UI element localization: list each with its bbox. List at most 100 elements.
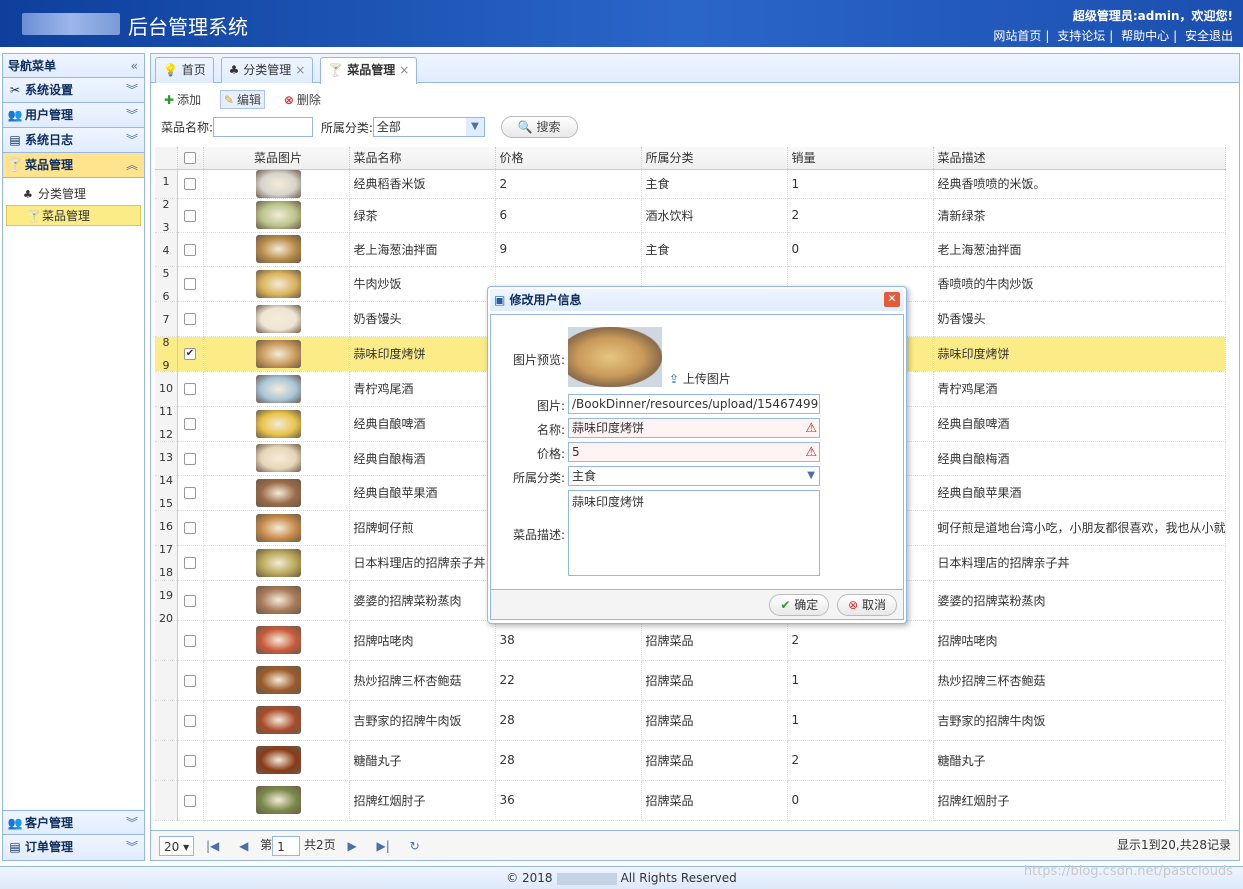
- group-label: 用户管理: [25, 108, 74, 122]
- warning-icon: ⚠: [805, 445, 817, 460]
- page-size-select[interactable]: 20 ▾: [159, 835, 195, 856]
- close-icon[interactable]: ✕: [884, 292, 900, 307]
- edit-button[interactable]: ✎ 编辑: [219, 90, 265, 109]
- table-row[interactable]: 经典稻香米饭 2 主食 1 经典香喷喷的米饭。: [155, 169, 1226, 199]
- add-button[interactable]: ✚ 添加: [161, 91, 204, 108]
- chevron-down-icon: ︾: [125, 840, 138, 854]
- price-input[interactable]: 5 ⚠: [568, 442, 820, 462]
- col-header-category[interactable]: 所属分类: [641, 147, 788, 170]
- add-icon: ✚: [164, 93, 175, 107]
- sidebar-group-dishes[interactable]: 🍸 菜品管理 ︽: [3, 153, 144, 178]
- row-checkbox[interactable]: [184, 487, 196, 499]
- sidebar-group-customers[interactable]: 👥 客户管理 ︾: [3, 810, 144, 835]
- col-header-price[interactable]: 价格: [495, 147, 642, 170]
- name-cell: 招牌咕咾肉: [349, 620, 496, 661]
- row-checkbox[interactable]: [184, 178, 196, 190]
- delete-icon: ⊗: [283, 93, 294, 107]
- name-search-input[interactable]: [213, 117, 314, 137]
- description-textarea[interactable]: 蒜味印度烤饼: [568, 490, 820, 576]
- sidebar-item-dishes[interactable]: 🍸菜品管理: [6, 205, 141, 226]
- row-checkbox[interactable]: ✔: [184, 348, 196, 360]
- row-checkbox[interactable]: [184, 594, 196, 607]
- select-cell: [177, 371, 204, 407]
- next-page-icon[interactable]: ▶: [347, 836, 356, 856]
- row-checkbox[interactable]: [184, 452, 196, 465]
- sidebar-group-orders[interactable]: ▤ 订单管理 ︾: [3, 835, 144, 860]
- select-cell: [177, 700, 204, 741]
- table-row[interactable]: 绿茶 6 酒水饮料 2 清新绿茶: [155, 198, 1226, 233]
- table-row[interactable]: 吉野家的招牌牛肉饭 28 招牌菜品 1 吉野家的招牌牛肉饭: [155, 700, 1226, 741]
- first-page-icon[interactable]: |◀: [206, 836, 219, 856]
- dish-thumbnail: [255, 548, 301, 577]
- page-size-value: 20: [164, 839, 180, 854]
- price-cell: 6: [495, 198, 642, 233]
- row-checkbox[interactable]: [184, 522, 196, 534]
- watermark: https://blog.csdn.net/pastclouds: [1023, 864, 1233, 879]
- link-home[interactable]: 网站首页: [993, 29, 1041, 43]
- row-checkbox[interactable]: [184, 634, 196, 647]
- col-header-description[interactable]: 菜品描述: [933, 147, 1226, 170]
- table-row[interactable]: 老上海葱油拌面 9 主食 0 老上海葱油拌面: [155, 232, 1226, 267]
- upload-button[interactable]: ⇪ 上传图片: [669, 370, 731, 387]
- col-header-image[interactable]: 菜品图片: [203, 147, 350, 170]
- close-icon[interactable]: ×: [399, 63, 409, 77]
- confirm-button[interactable]: ✔ 确定: [769, 594, 830, 616]
- link-logout[interactable]: 安全退出: [1185, 29, 1233, 43]
- refresh-icon[interactable]: ↻: [410, 836, 420, 856]
- image-path-input[interactable]: /BookDinner/resources/upload/15467499596: [568, 394, 820, 414]
- cancel-button[interactable]: ⊗ 取消: [837, 594, 897, 616]
- row-checkbox[interactable]: [184, 278, 196, 290]
- select-all-checkbox[interactable]: [184, 152, 196, 165]
- sidebar-group-system[interactable]: ✂ 系统设置 ︾: [3, 78, 144, 103]
- category-select[interactable]: 全部 ▼: [372, 117, 485, 137]
- last-page-icon[interactable]: ▶|: [377, 836, 390, 856]
- row-checkbox[interactable]: [184, 674, 196, 687]
- sidebar-group-logs[interactable]: ▤ 系统日志 ︾: [3, 128, 144, 153]
- row-checkbox[interactable]: [184, 794, 196, 807]
- row-checkbox[interactable]: [184, 557, 196, 569]
- page-number-input[interactable]: 1: [272, 835, 301, 856]
- table-row[interactable]: 招牌红烟肘子 36 招牌菜品 0 招牌红烟肘子: [155, 780, 1226, 821]
- close-icon[interactable]: ×: [295, 63, 305, 77]
- image-cell: [203, 545, 350, 581]
- link-forum[interactable]: 支持论坛: [1057, 29, 1105, 43]
- logo: [22, 13, 120, 35]
- name-cell: 婆婆的招牌菜粉蒸肉: [349, 580, 496, 621]
- row-checkbox[interactable]: [184, 243, 196, 256]
- chevron-down-icon: ▼: [465, 118, 484, 136]
- row-number-cell: [155, 780, 178, 821]
- collapse-icon[interactable]: «: [131, 54, 138, 78]
- col-header-sales[interactable]: 销量: [787, 147, 934, 170]
- tab-category[interactable]: ♣ 分类管理 ×: [220, 57, 314, 83]
- row-checkbox[interactable]: [184, 313, 196, 325]
- row-checkbox[interactable]: [184, 418, 196, 430]
- col-header-name[interactable]: 菜品名称: [349, 147, 496, 170]
- name-cell: 经典自酿啤酒: [349, 406, 496, 442]
- table-row[interactable]: 招牌咕咾肉 38 招牌菜品 2 招牌咕咾肉: [155, 620, 1226, 661]
- sidebar-group-users[interactable]: 👥 用户管理 ︾: [3, 103, 144, 128]
- delete-button[interactable]: ⊗ 删除: [281, 91, 324, 108]
- dish-thumbnail: [255, 586, 301, 614]
- name-cell: 牛肉炒饭: [349, 266, 496, 302]
- tab-dishes[interactable]: 🍸 菜品管理 ×: [320, 57, 418, 84]
- sidebar-item-category[interactable]: ♣ 分类管理: [3, 184, 144, 205]
- row-checkbox[interactable]: [184, 754, 196, 767]
- row-checkbox[interactable]: [184, 383, 196, 395]
- description-cell: 婆婆的招牌菜粉蒸肉: [933, 580, 1226, 621]
- dish-name-input[interactable]: 蒜味印度烤饼 ⚠: [568, 418, 820, 438]
- category-cell: 招牌菜品: [641, 740, 788, 781]
- category-select[interactable]: 主食 ▼: [568, 466, 820, 486]
- prev-page-icon[interactable]: ◀: [239, 836, 248, 856]
- row-number-column: 1 2 3 4 5 6 7 8 9 10 11 12 13 14 15 16 17 18 19 20: [155, 170, 177, 630]
- search-button[interactable]: 🔍 搜索: [500, 116, 578, 138]
- link-help[interactable]: 帮助中心: [1121, 29, 1169, 43]
- tab-home[interactable]: 💡 首页: [155, 57, 214, 83]
- row-checkbox[interactable]: [184, 209, 196, 222]
- name-cell: 经典稻香米饭: [349, 169, 496, 199]
- row-checkbox[interactable]: [184, 714, 196, 727]
- table-row[interactable]: 糖醋丸子 28 招牌菜品 2 糖醋丸子: [155, 740, 1226, 781]
- pager-info: 显示1到20,共28记录: [1117, 838, 1231, 852]
- row-number: 20: [159, 612, 173, 625]
- chevron-down-icon: ︾: [125, 108, 138, 122]
- table-row[interactable]: 热炒招牌三杯杏鲍菇 22 招牌菜品 1 热炒招牌三杯杏鲍菇: [155, 660, 1226, 701]
